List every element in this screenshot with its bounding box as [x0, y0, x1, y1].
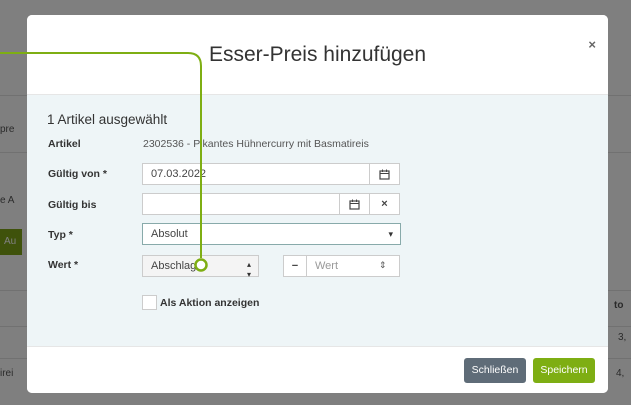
chevron-down-icon: ▾ — [388, 229, 393, 239]
wert-mode-selected: Abschlag — [151, 260, 197, 272]
save-button[interactable]: Speichern — [533, 358, 595, 383]
clear-date-icon[interactable]: × — [369, 193, 400, 215]
add-price-modal: Esser-Preis hinzufügen × 1 Artikel ausge… — [27, 15, 608, 393]
modal-body — [27, 95, 608, 347]
calendar-icon[interactable] — [369, 163, 400, 185]
wert-label: Wert * — [48, 259, 79, 271]
gueltig-bis-label: Gültig bis — [48, 199, 97, 211]
artikel-label: Artikel — [48, 138, 81, 150]
typ-label: Typ * — [48, 229, 73, 241]
minus-sign-icon[interactable]: − — [283, 255, 307, 277]
modal-title: Esser-Preis hinzufügen — [208, 43, 427, 66]
wert-mode-select[interactable]: Abschlag ▴ ▾ — [142, 255, 259, 279]
section-title: 1 Artikel ausgewählt — [47, 112, 168, 127]
calendar-icon[interactable] — [339, 193, 370, 215]
gueltig-bis-input[interactable] — [142, 193, 340, 215]
close-icon[interactable]: × — [588, 37, 596, 52]
gueltig-von-input[interactable]: 07.03.2022 — [142, 163, 370, 185]
typ-select[interactable]: Absolut ▾ — [142, 223, 401, 245]
gueltig-von-label: Gültig von * — [48, 168, 107, 180]
aktion-checkbox[interactable] — [142, 295, 157, 310]
close-button[interactable]: Schließen — [464, 358, 526, 383]
stepper-icon[interactable]: ⇕ — [379, 260, 387, 271]
typ-selected: Absolut — [151, 228, 188, 240]
aktion-checkbox-label: Als Aktion anzeigen — [160, 297, 260, 309]
modal-header: Esser-Preis hinzufügen × — [27, 15, 608, 95]
select-updown-icon: ▴ ▾ — [246, 260, 251, 279]
artikel-value: 2302536 - Pikantes Hühnercurry mit Basma… — [143, 138, 369, 150]
